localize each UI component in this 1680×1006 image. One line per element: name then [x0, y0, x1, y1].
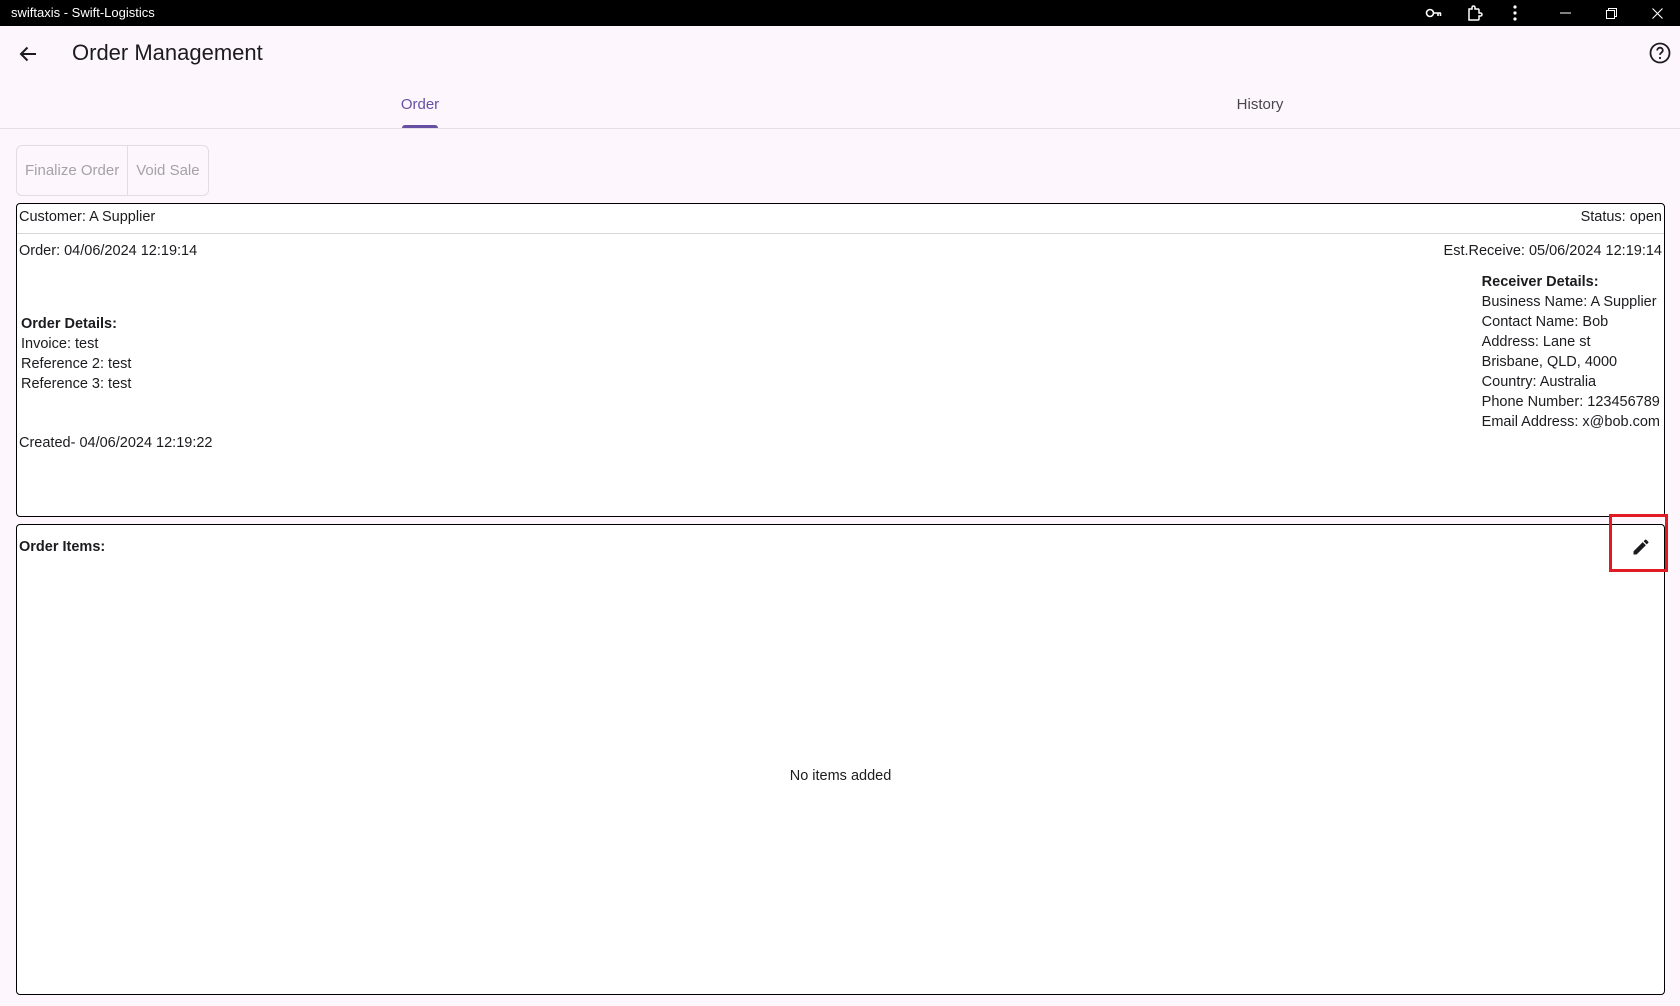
- tab-order[interactable]: Order: [0, 80, 840, 128]
- city-text: Brisbane, QLD, 4000: [1481, 354, 1618, 370]
- back-arrow-icon[interactable]: [14, 40, 42, 68]
- tab-bar: Order History: [0, 80, 1680, 129]
- order-details-heading: Order Details:: [21, 316, 117, 332]
- tab-order-label: Order: [400, 95, 440, 113]
- tab-history-label: History: [1236, 95, 1284, 113]
- app-bar: Order Management: [0, 26, 1680, 80]
- receiver-details-heading: Receiver Details:: [1481, 274, 1599, 290]
- order-date-text: Order: 04/06/2024 12:19:14: [19, 243, 198, 259]
- order-items-card: Order Items: No items added: [16, 524, 1665, 995]
- status-text: Status: open: [1580, 209, 1662, 225]
- divider: [17, 233, 1664, 234]
- page-title: Order Management: [72, 40, 263, 65]
- help-icon[interactable]: [1646, 39, 1674, 67]
- finalize-order-button[interactable]: Finalize Order: [17, 146, 127, 195]
- business-name-text: Business Name: A Supplier: [1481, 294, 1657, 310]
- phone-text: Phone Number: 123456789: [1481, 394, 1660, 410]
- restore-icon[interactable]: [1596, 0, 1626, 26]
- email-text: Email Address: x@bob.com: [1481, 414, 1660, 430]
- est-receive-text: Est.Receive: 05/06/2024 12:19:14: [1443, 243, 1662, 259]
- more-vert-icon[interactable]: [1500, 0, 1530, 26]
- order-details: Order Details: Invoice: test Reference 2…: [21, 314, 131, 394]
- window-title: swiftaxis - Swift-Logistics: [11, 5, 155, 20]
- edit-pencil-icon[interactable]: [1630, 536, 1652, 558]
- tab-history[interactable]: History: [840, 80, 1680, 128]
- address-text: Address: Lane st: [1481, 334, 1591, 350]
- reference3-text: Reference 3: test: [21, 376, 132, 392]
- country-text: Country: Australia: [1481, 374, 1597, 390]
- void-sale-button[interactable]: Void Sale: [127, 146, 207, 195]
- receiver-details: Receiver Details: Business Name: A Suppl…: [1482, 272, 1660, 432]
- key-icon[interactable]: [1419, 0, 1449, 26]
- created-text: Created- 04/06/2024 12:19:22: [19, 435, 213, 451]
- close-icon[interactable]: [1642, 0, 1672, 26]
- reference2-text: Reference 2: test: [21, 356, 132, 372]
- order-items-heading: Order Items:: [19, 539, 106, 555]
- empty-items-text: No items added: [789, 768, 892, 784]
- tab-indicator: [402, 125, 438, 128]
- customer-text: Customer: A Supplier: [19, 209, 156, 225]
- contact-name-text: Contact Name: Bob: [1481, 314, 1609, 330]
- extension-icon[interactable]: [1460, 0, 1490, 26]
- order-action-buttons: Finalize Order Void Sale: [16, 145, 209, 196]
- order-summary-card: Customer: A Supplier Status: open Order:…: [16, 203, 1665, 517]
- invoice-text: Invoice: test: [21, 336, 99, 352]
- window-titlebar: swiftaxis - Swift-Logistics: [0, 0, 1680, 26]
- minimize-icon[interactable]: [1550, 0, 1580, 26]
